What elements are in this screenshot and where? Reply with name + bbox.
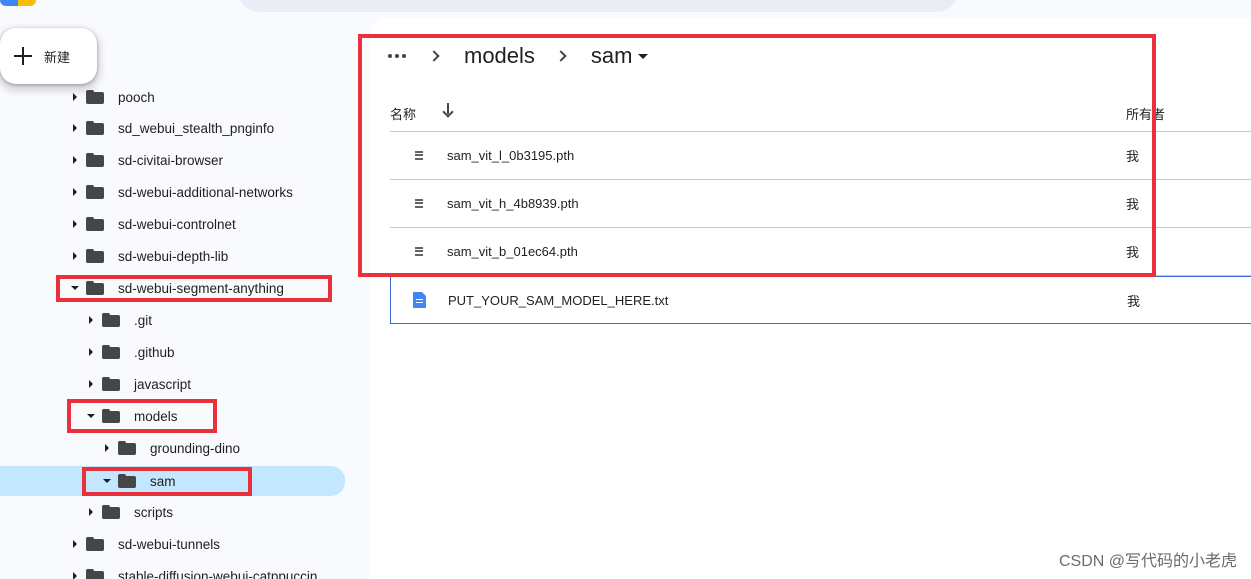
- folder-icon: [118, 474, 136, 488]
- new-button-label: 新建: [44, 49, 71, 65]
- folder-icon: [102, 313, 120, 327]
- tree-item-sd-webui-controlnet[interactable]: sd-webui-controlnet: [0, 211, 345, 237]
- tree-item-git[interactable]: .git: [0, 307, 345, 333]
- tree-item-label: sd-webui-additional-networks: [118, 184, 293, 200]
- drive-logo: [0, 0, 36, 6]
- file-row[interactable]: sam_vit_h_4b8939.pth 我: [390, 180, 1251, 228]
- tree-item-label: .github: [134, 344, 175, 360]
- expand-icon[interactable]: [86, 315, 96, 325]
- folder-icon: [118, 441, 136, 455]
- tree-item-sd-webui-tunnels[interactable]: sd-webui-tunnels: [0, 531, 345, 557]
- expand-icon[interactable]: [102, 443, 112, 453]
- file-list-header: 名称 所有者: [390, 98, 1251, 132]
- file-name: sam_vit_b_01ec64.pth: [447, 244, 578, 259]
- folder-icon: [86, 153, 104, 167]
- tree-item-label: .git: [134, 312, 153, 328]
- folder-icon: [86, 249, 104, 263]
- tree-item-scripts[interactable]: scripts: [0, 499, 345, 525]
- expand-icon[interactable]: [70, 571, 80, 579]
- file-row[interactable]: PUT_YOUR_SAM_MODEL_HERE.txt 我: [390, 276, 1251, 324]
- generic-file-icon: [415, 150, 423, 161]
- tree-item-label: sd_webui_stealth_pnginfo: [118, 120, 275, 136]
- file-row[interactable]: sam_vit_b_01ec64.pth 我: [390, 228, 1251, 276]
- tree-item-grounding-dino[interactable]: grounding-dino: [0, 435, 345, 461]
- tree-item-sd-webui-additional-networks[interactable]: sd-webui-additional-networks: [0, 179, 345, 205]
- tree-item-label: sd-webui-depth-lib: [118, 248, 229, 264]
- folder-icon: [86, 281, 104, 295]
- breadcrumb-item-sam[interactable]: sam: [591, 43, 633, 69]
- breadcrumb: models sam: [388, 40, 649, 72]
- folder-icon: [102, 345, 120, 359]
- folder-icon: [86, 90, 104, 104]
- file-name: PUT_YOUR_SAM_MODEL_HERE.txt: [448, 292, 669, 308]
- folder-icon: [86, 537, 104, 551]
- expand-icon[interactable]: [70, 155, 80, 165]
- collapse-icon[interactable]: [102, 476, 112, 486]
- file-owner: 我: [1127, 293, 1141, 309]
- plus-icon: [14, 47, 32, 65]
- file-row[interactable]: sam_vit_l_0b3195.pth 我: [390, 132, 1251, 180]
- tree-item-label: sd-webui-controlnet: [118, 216, 236, 232]
- file-name: sam_vit_h_4b8939.pth: [447, 196, 579, 211]
- folder-icon: [102, 505, 120, 519]
- tree-item-stable-diffusion-webui-catppuccin[interactable]: stable-diffusion-webui-catppuccin: [0, 563, 345, 579]
- tree-item-label: sd-civitai-browser: [118, 152, 224, 168]
- expand-icon[interactable]: [70, 187, 80, 197]
- drive-window: 新建 pooch sd_webui_stealth_pnginfo sd-civ…: [0, 0, 1251, 579]
- folder-icon: [86, 569, 104, 579]
- folder-icon: [102, 377, 120, 391]
- tree-item-sd-civitai-browser[interactable]: sd-civitai-browser: [0, 147, 345, 173]
- search-bar[interactable]: [238, 0, 958, 12]
- tree-item-label: pooch: [118, 89, 155, 105]
- column-header-owner[interactable]: 所有者: [1126, 104, 1165, 123]
- tree-item-sd-webui-segment-anything[interactable]: sd-webui-segment-anything: [0, 275, 345, 301]
- tree-item-label: stable-diffusion-webui-catppuccin: [118, 568, 318, 579]
- tree-item-pooch[interactable]: pooch: [0, 84, 345, 110]
- collapse-icon[interactable]: [70, 283, 80, 293]
- tree-item-javascript[interactable]: javascript: [0, 371, 345, 397]
- expand-icon[interactable]: [70, 123, 80, 133]
- dropdown-arrow-icon[interactable]: [638, 53, 649, 59]
- expand-icon[interactable]: [86, 379, 96, 389]
- generic-file-icon: [415, 246, 423, 257]
- tree-item-label: grounding-dino: [150, 440, 241, 456]
- doc-icon: [413, 292, 426, 308]
- file-owner: 我: [1126, 149, 1140, 164]
- expand-icon[interactable]: [86, 347, 96, 357]
- tree-item-label: sd-webui-segment-anything: [118, 280, 284, 296]
- collapse-icon[interactable]: [86, 411, 96, 421]
- tree-item-label: scripts: [134, 504, 174, 520]
- expand-icon[interactable]: [70, 251, 80, 261]
- new-button[interactable]: 新建: [0, 28, 97, 84]
- tree-item-models[interactable]: models: [0, 403, 345, 429]
- tree-item-sd-webui-stealth-pnginfo[interactable]: sd_webui_stealth_pnginfo: [0, 115, 345, 141]
- column-header-name[interactable]: 名称: [390, 104, 416, 123]
- folder-icon: [86, 121, 104, 135]
- watermark: CSDN @写代码的小老虎: [1058, 553, 1237, 570]
- tree-item-label: models: [134, 408, 178, 424]
- breadcrumb-item-models[interactable]: models: [464, 43, 535, 69]
- expand-icon[interactable]: [70, 92, 80, 102]
- file-owner: 我: [1126, 197, 1140, 212]
- chevron-right-icon: [428, 50, 440, 62]
- file-name: sam_vit_l_0b3195.pth: [447, 148, 575, 163]
- tree-item-sd-webui-depth-lib[interactable]: sd-webui-depth-lib: [0, 243, 345, 269]
- chevron-right-icon: [555, 50, 567, 62]
- expand-icon[interactable]: [70, 219, 80, 229]
- file-owner: 我: [1126, 245, 1140, 260]
- expand-icon[interactable]: [86, 507, 96, 517]
- folder-icon: [86, 217, 104, 231]
- expand-icon[interactable]: [70, 539, 80, 549]
- folder-icon: [86, 185, 104, 199]
- folder-icon: [102, 409, 120, 423]
- tree-item-label: sd-webui-tunnels: [118, 536, 221, 552]
- more-horiz-icon[interactable]: [388, 54, 406, 58]
- tree-item-github[interactable]: .github: [0, 339, 345, 365]
- tree-item-label: sam: [150, 473, 176, 489]
- tree-item-sam[interactable]: sam: [0, 466, 345, 496]
- generic-file-icon: [415, 198, 423, 209]
- arrow-down-icon[interactable]: [442, 103, 454, 117]
- folder-tree: pooch sd_webui_stealth_pnginfo sd-civita…: [0, 84, 370, 579]
- tree-item-label: javascript: [134, 376, 192, 392]
